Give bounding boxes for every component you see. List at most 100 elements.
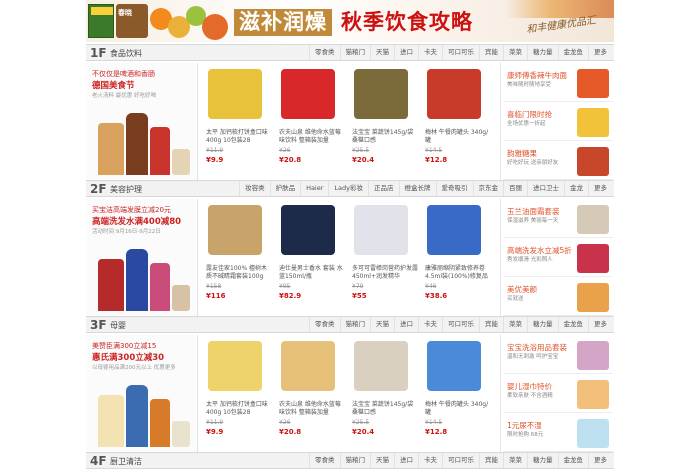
floor-tab[interactable]: Lady彩妆	[328, 181, 368, 196]
floor-promo-panel[interactable]: 不仅仅是啤酒和香肠 德国美食节 老火汤料 最优惠 好吃好喝	[86, 63, 198, 181]
product-image[interactable]	[208, 205, 262, 255]
product-card[interactable]: 法宝宝 菜蔬饼145g/袋 桑椹口感 ¥25.5 ¥20.4	[348, 63, 421, 181]
floor-tab[interactable]: 零食类	[309, 45, 340, 60]
floor-tab[interactable]: 进口	[394, 317, 418, 332]
floor-tab[interactable]: 糖力量	[527, 45, 558, 60]
product-name[interactable]: 太平 加钙梳打饼盒口味400g 10包装28	[206, 129, 272, 145]
product-name[interactable]: 法宝宝 菜蔬饼145g/袋 桑椹口感	[352, 401, 418, 417]
side-promo-item[interactable]: 宝宝洗浴用品套装 温和无刺激 呵护宝宝	[503, 337, 613, 374]
floor-promo-panel[interactable]: 美赞臣满300立减15 惠氏满300立减30 以母婴用品满200元以上 优惠更多	[86, 335, 198, 453]
floor-tab[interactable]: 天猫	[370, 453, 394, 468]
floor-tab[interactable]: 可口可乐	[442, 453, 479, 468]
floor-tab[interactable]: 正品店	[368, 181, 399, 196]
product-card[interactable]: 康雅丽缩阴紧致修养卷 4.5ml装(100%)修复品 ¥46 ¥38.6	[421, 199, 494, 317]
floor-tab[interactable]: 进口	[394, 453, 418, 468]
product-image[interactable]	[427, 205, 481, 255]
side-promo-item[interactable]: 高端洗发水立减5折 秀发顺滑 光彩照人	[503, 240, 613, 277]
floor-tab[interactable]: 进口	[394, 45, 418, 60]
floor-tab[interactable]: 菜菜	[503, 317, 527, 332]
top-banner[interactable]: 春晓 滋补润燥 秋季饮食攻略 和丰健康优品汇	[86, 0, 614, 42]
floor-tab[interactable]: Haier	[300, 181, 328, 196]
product-name[interactable]: 多可可雷樟岗营药护发露 450ml+润发精华	[352, 265, 418, 281]
floor-tab[interactable]: 金龙鱼	[557, 45, 589, 60]
product-name[interactable]: 太平 加钙梳打饼盒口味400g 10包装28	[206, 401, 272, 417]
product-image[interactable]	[354, 69, 408, 119]
side-promo-item[interactable]: 1元尿不湿 限时抢购 68元	[503, 415, 613, 452]
product-name[interactable]: 农夫山泉 维他命水蓝莓味饮料 整箱装加量	[279, 129, 345, 145]
floor-tab[interactable]: 卡夫	[418, 453, 442, 468]
floor-tab[interactable]: 菜菜	[503, 453, 527, 468]
floor-title[interactable]: 厨卫清洁	[110, 456, 142, 467]
side-promo-item[interactable]: 康师傅香辣牛肉面 美味随时随地享受	[503, 65, 613, 102]
floor-tab[interactable]: 金龙鱼	[557, 453, 589, 468]
floor-tab[interactable]: 妆容类	[239, 181, 270, 196]
product-card[interactable]: 太平 加钙梳打饼盒口味400g 10包装28 ¥11.9 ¥9.9	[202, 63, 275, 181]
side-promo-item[interactable]: 玉兰油面霜套装 保湿滋养 美丽每一天	[503, 201, 613, 238]
promo-product-image[interactable]	[94, 105, 192, 175]
product-image[interactable]	[354, 341, 408, 391]
floor-title[interactable]: 食品饮料	[110, 48, 142, 59]
product-image[interactable]	[427, 69, 481, 119]
floor-tab[interactable]: 百丽	[503, 181, 527, 196]
brand-logo[interactable]	[88, 4, 114, 38]
product-image[interactable]	[208, 341, 262, 391]
product-card[interactable]: 露友佳家100% 檀树木质不碱睛霜套装100g ¥158 ¥116	[202, 199, 275, 317]
floor-tab[interactable]: 卡夫	[418, 317, 442, 332]
product-name[interactable]: 迪仕曼男士香水 套装 水蓝150ml/瓶	[279, 265, 345, 281]
floor-tab[interactable]: 进口卫士	[527, 181, 564, 196]
floor-tab[interactable]: 金龙	[564, 181, 588, 196]
product-name[interactable]: 梅林 午餐肉罐头 340g/罐	[425, 129, 491, 145]
product-image[interactable]	[281, 205, 335, 255]
product-image[interactable]	[281, 341, 335, 391]
floor-tab[interactable]: 爱奇吸引	[435, 181, 473, 196]
side-promo-item[interactable]: 喜临门限时抢 全场优惠一折起	[503, 104, 613, 141]
floor-tab[interactable]: 宾能	[479, 453, 503, 468]
floor-title[interactable]: 美容护理	[110, 184, 142, 195]
floor-promo-panel[interactable]: 买宝洁高端发膜立减20元 高端洗发水满400减80 活动时间 9月16日-9月2…	[86, 199, 198, 317]
product-card[interactable]: 法宝宝 菜蔬饼145g/袋 桑椹口感 ¥25.5 ¥20.4	[348, 335, 421, 453]
product-name[interactable]: 农夫山泉 维他命水蓝莓味饮料 整箱装加量	[279, 401, 345, 417]
promo-product-image[interactable]	[94, 377, 192, 447]
floor-tab[interactable]: 更多	[588, 45, 612, 60]
floor-tab[interactable]: 菜菜	[503, 45, 527, 60]
floor-tab[interactable]: 金龙鱼	[557, 317, 589, 332]
floor-tab[interactable]: 护肤品	[269, 181, 301, 196]
floor-tab[interactable]: 橙盒长牌	[398, 181, 436, 196]
floor-tab[interactable]: 糖力量	[527, 317, 558, 332]
floor-tab[interactable]: 天猫	[370, 45, 394, 60]
product-name[interactable]: 露友佳家100% 檀树木质不碱睛霜套装100g	[206, 265, 272, 281]
product-name[interactable]: 梅林 午餐肉罐头 340g/罐	[425, 401, 491, 417]
floor-tab[interactable]: 可口可乐	[442, 45, 479, 60]
product-image[interactable]	[281, 69, 335, 119]
floor-tab[interactable]: 猫粮门	[339, 45, 371, 60]
floor-tab[interactable]: 猫粮门	[339, 317, 371, 332]
product-card[interactable]: 梅林 午餐肉罐头 340g/罐 ¥14.5 ¥12.8	[421, 63, 494, 181]
floor-tab[interactable]: 更多	[588, 317, 612, 332]
floor-tab[interactable]: 零食类	[309, 317, 340, 332]
product-image[interactable]	[354, 205, 408, 255]
floor-tab[interactable]: 宾能	[479, 45, 503, 60]
side-promo-item[interactable]: 韵雅糖果 好吃好玩 送亲朋好友	[503, 143, 613, 180]
product-name[interactable]: 康雅丽缩阴紧致修养卷 4.5ml装(100%)修复品	[425, 265, 491, 281]
product-image[interactable]	[427, 341, 481, 391]
promo-product-image[interactable]	[94, 241, 192, 311]
product-image[interactable]	[208, 69, 262, 119]
floor-tab[interactable]: 天猫	[370, 317, 394, 332]
floor-tab[interactable]: 可口可乐	[442, 317, 479, 332]
product-card[interactable]: 梅林 午餐肉罐头 340g/罐 ¥14.5 ¥12.8	[421, 335, 494, 453]
floor-tab[interactable]: 更多	[588, 453, 612, 468]
product-card[interactable]: 农夫山泉 维他命水蓝莓味饮料 整箱装加量 ¥26 ¥20.8	[275, 335, 348, 453]
product-card[interactable]: 农夫山泉 维他命水蓝莓味饮料 整箱装加量 ¥26 ¥20.8	[275, 63, 348, 181]
product-card[interactable]: 多可可雷樟岗营药护发露 450ml+润发精华 ¥79 ¥55	[348, 199, 421, 317]
floor-tab[interactable]: 宾能	[479, 317, 503, 332]
side-promo-item[interactable]: 美优美颜 买就送	[503, 279, 613, 316]
side-promo-item[interactable]: 婴儿湿巾特价 柔软亲肤 不含酒精	[503, 376, 613, 413]
floor-tab[interactable]: 更多	[588, 181, 612, 196]
floor-tab[interactable]: 猫粮门	[339, 453, 371, 468]
floor-tab[interactable]: 零食类	[309, 453, 340, 468]
floor-tab[interactable]: 糖力量	[527, 453, 558, 468]
floor-title[interactable]: 母婴	[110, 320, 126, 331]
product-name[interactable]: 法宝宝 菜蔬饼145g/袋 桑椹口感	[352, 129, 418, 145]
product-card[interactable]: 迪仕曼男士香水 套装 水蓝150ml/瓶 ¥95 ¥82.9	[275, 199, 348, 317]
product-card[interactable]: 太平 加钙梳打饼盒口味400g 10包装28 ¥11.9 ¥9.9	[202, 335, 275, 453]
